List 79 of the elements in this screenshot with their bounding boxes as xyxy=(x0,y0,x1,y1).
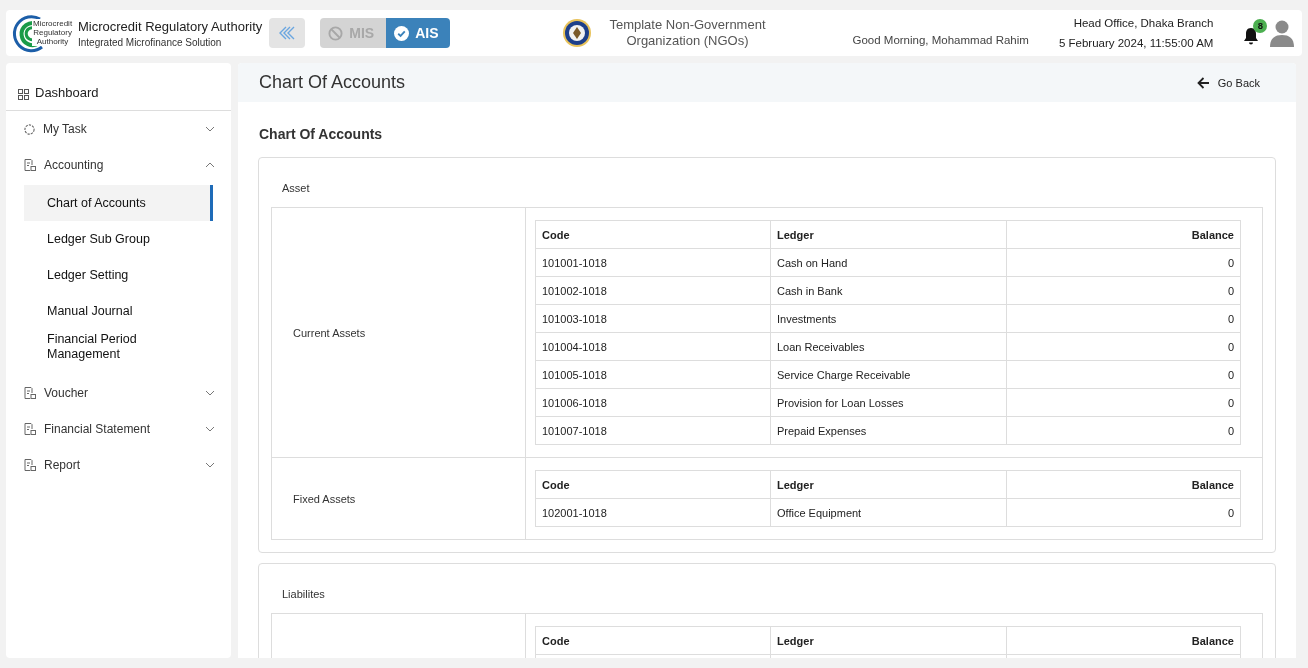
column-header: Ledger xyxy=(770,220,1007,249)
notification-badge: 8 xyxy=(1253,19,1268,33)
table-cell: Prepaid Expenses xyxy=(770,416,1007,445)
table-cell: Service Charge Receivable xyxy=(770,360,1007,389)
ban-icon xyxy=(328,25,344,41)
column-header: Code xyxy=(535,626,771,655)
subgroup-name: Current Assets xyxy=(293,326,366,339)
subgroup-name: Fixed Assets xyxy=(293,492,356,505)
table-cell: Cash on Hand xyxy=(770,248,1007,277)
chevron-down-icon xyxy=(205,426,215,432)
column-header: Code xyxy=(535,220,771,249)
table-cell: 0 xyxy=(1006,332,1241,361)
table-cell: 0 xyxy=(1006,388,1241,417)
notification-button[interactable]: 8 xyxy=(1243,19,1270,47)
logo-text: Microcredit Regulatory Authority xyxy=(32,19,74,46)
column-header: Ledger xyxy=(770,470,1007,499)
table-cell: 101004-1018 xyxy=(535,332,771,361)
check-circle-icon xyxy=(394,25,410,41)
group-title: Asset xyxy=(282,182,310,194)
column-header: Balance xyxy=(1006,470,1241,499)
table-cell: 0 xyxy=(1006,304,1241,333)
document-icon xyxy=(24,387,36,399)
branch-name: Head Office, Dhaka Branch xyxy=(1073,17,1214,29)
dotted-circle-icon xyxy=(24,123,35,135)
table-cell: 0 xyxy=(1006,360,1241,389)
module-tab[interactable]: AIS xyxy=(386,18,451,48)
chevron-down-icon xyxy=(205,126,215,132)
submenu-item[interactable]: Ledger Setting xyxy=(24,257,213,293)
table-cell: 0 xyxy=(1006,248,1241,277)
page-title: Chart Of Accounts xyxy=(259,72,406,93)
table-cell: Provision for Loan Losses xyxy=(770,388,1007,417)
arrow-left-icon xyxy=(1196,76,1210,89)
collapse-button[interactable] xyxy=(269,18,306,48)
submenu-item[interactable]: Chart of Accounts xyxy=(24,185,213,221)
table-cell: 0 xyxy=(1006,276,1241,305)
greeting-text: Good Morning, Mohammad Rahim xyxy=(852,34,1029,46)
table-cell: 101001-1018 xyxy=(535,248,771,277)
org-subtitle: Integrated Microfinance Solution xyxy=(78,36,223,48)
column-header: Ledger xyxy=(770,626,1007,655)
table-cell: Office Equipment xyxy=(770,498,1007,527)
column-header: Balance xyxy=(1006,220,1241,249)
grid-icon xyxy=(18,89,29,100)
bell-icon xyxy=(1243,27,1260,45)
document-icon xyxy=(24,459,36,471)
group-title: Liabilites xyxy=(282,588,325,600)
section-title: Chart Of Accounts xyxy=(259,126,384,142)
table-cell: Investments xyxy=(770,304,1007,333)
submenu-item[interactable]: Manual Journal xyxy=(24,293,213,329)
column-header: Code xyxy=(535,470,771,499)
sidebar-item[interactable]: Financial Statement xyxy=(6,411,231,447)
sidebar-item[interactable]: Report xyxy=(6,447,231,483)
table-cell: 101006-1018 xyxy=(535,388,771,417)
sidebar-item[interactable]: My Task xyxy=(6,111,231,147)
column-header: Balance xyxy=(1006,626,1241,655)
table-cell: 101007-1018 xyxy=(535,416,771,445)
table-cell: 0 xyxy=(1006,498,1241,527)
table-cell: 101003-1018 xyxy=(535,304,771,333)
table-cell: 0 xyxy=(1006,416,1241,445)
date-time: 5 February 2024, 11:55:00 AM xyxy=(1058,37,1214,49)
dashboard-link[interactable]: Dashboard xyxy=(6,63,231,111)
sidebar-item[interactable]: Accounting xyxy=(6,147,231,183)
sidebar-item[interactable]: Voucher xyxy=(6,375,231,411)
table-cell: 102001-1018 xyxy=(535,498,771,527)
submenu-item[interactable]: Ledger Sub Group xyxy=(24,221,213,257)
seal-icon xyxy=(562,18,593,48)
avatar-icon[interactable] xyxy=(1269,19,1296,47)
document-icon xyxy=(24,159,36,171)
table-cell: 101005-1018 xyxy=(535,360,771,389)
chevron-down-icon xyxy=(205,390,215,396)
table-cell: Cash in Bank xyxy=(770,276,1007,305)
chevron-up-icon xyxy=(205,162,215,168)
ngo-name: Template Non-Government Organization (NGOs) xyxy=(608,17,767,49)
table-cell: 101002-1018 xyxy=(535,276,771,305)
go-back-button[interactable]: Go Back xyxy=(1196,76,1260,89)
document-icon xyxy=(24,423,36,435)
submenu-item[interactable]: Financial Period Management xyxy=(24,329,213,365)
org-name: Microcredit Regulatory Authority xyxy=(78,18,263,34)
table-cell: Loan Receivables xyxy=(770,332,1007,361)
chevron-down-icon xyxy=(205,462,215,468)
